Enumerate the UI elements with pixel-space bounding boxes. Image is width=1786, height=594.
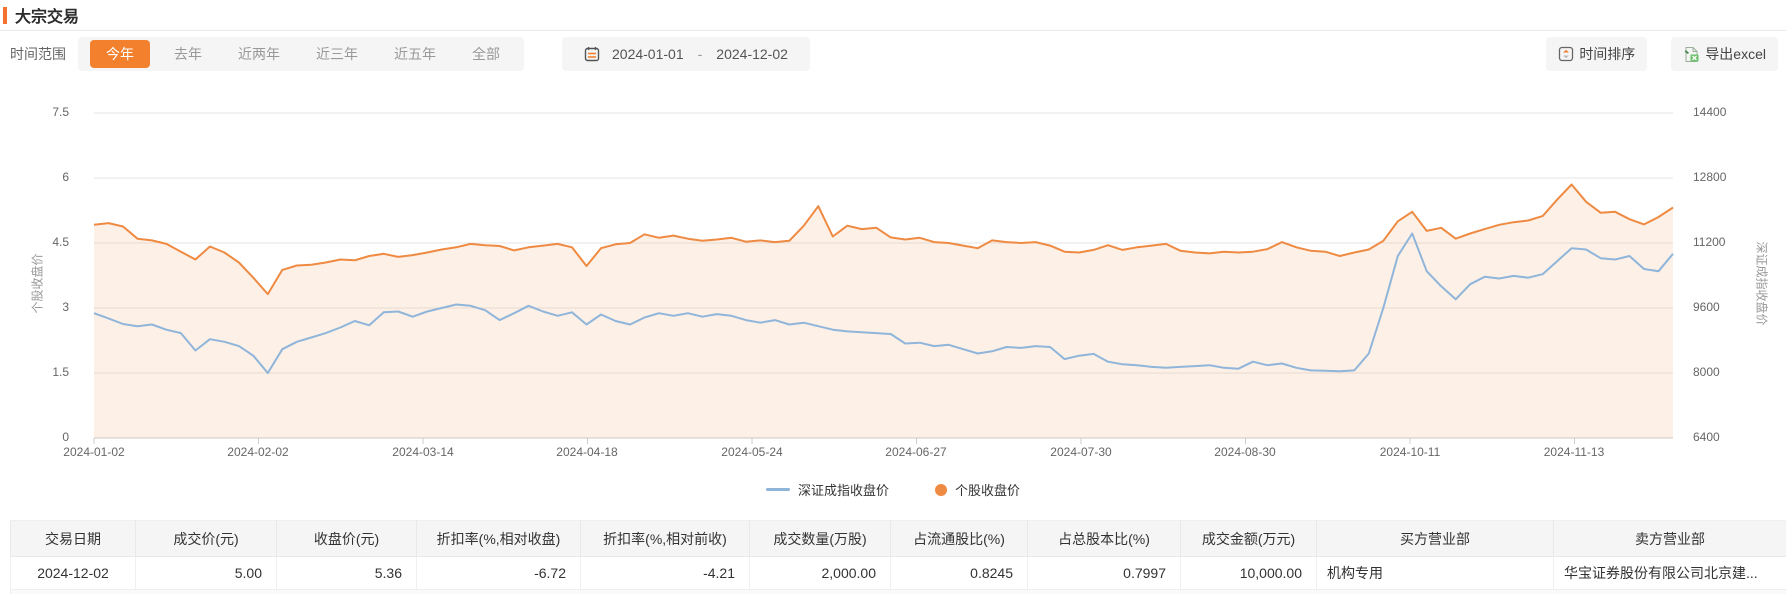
plot-area (94, 113, 1673, 438)
date-range-picker[interactable]: 2024-01-01 - 2024-12-02 (562, 37, 810, 71)
right-axis-tick: 14400 (1685, 105, 1755, 119)
range-button-all[interactable]: 全部 (454, 37, 518, 71)
right-axis-tick: 8000 (1685, 365, 1755, 379)
left-axis-tick: 6 (0, 170, 78, 184)
right-axis-tick: 9600 (1685, 300, 1755, 314)
stock-dot-marker-icon (935, 484, 947, 496)
chart-legend: 深证成指收盘价 个股收盘价 (0, 480, 1786, 499)
col-header-amount: 成交金额(万元) (1181, 521, 1317, 557)
x-axis-tick: 2024-05-24 (706, 445, 798, 459)
cell-close-price: 5.36 (277, 557, 417, 590)
x-axis-tick: 2024-06-27 (870, 445, 962, 459)
cell-amount: 10,000.00 (1181, 557, 1317, 590)
x-axis-tick: 2024-04-18 (541, 445, 633, 459)
price-chart: 个股收盘价 深证成指收盘价 7.5 6 4.5 3 1.5 0 14400 12… (0, 80, 1786, 510)
index-line-marker-icon (766, 488, 790, 491)
cell-volume: 2,000.00 (750, 557, 891, 590)
table-header-row: 交易日期 成交价(元) 收盘价(元) 折扣率(%,相对收盘) 折扣率(%,相对前… (11, 521, 1786, 557)
x-axis-tick: 2024-03-14 (377, 445, 469, 459)
right-axis-tick: 11200 (1685, 235, 1755, 249)
x-axis-tick: 2024-11-13 (1528, 445, 1620, 459)
range-button-this-year[interactable]: 今年 (90, 40, 150, 68)
left-axis-tick: 1.5 (0, 365, 78, 379)
right-axis-tick: 6400 (1685, 430, 1755, 444)
cell-deal-price: 5.00 (136, 557, 277, 590)
col-header-volume: 成交数量(万股) (750, 521, 891, 557)
cell-seller-branch: 华宝证券股份有限公司北京建... (1554, 557, 1786, 590)
left-axis-tick: 0 (0, 430, 78, 444)
x-axis-tick: 2024-01-02 (48, 445, 140, 459)
date-start: 2024-01-01 (612, 46, 684, 62)
legend-item-index[interactable]: 深证成指收盘价 (766, 480, 889, 499)
col-header-float-ratio: 占流通股比(%) (891, 521, 1028, 557)
next-row-partial (10, 590, 1786, 594)
col-header-discount-vs-prev: 折扣率(%,相对前收) (581, 521, 750, 557)
time-sort-button[interactable]: 时间排序 (1546, 37, 1647, 71)
cell-discount-vs-prev: -4.21 (581, 557, 750, 590)
cell-discount-vs-close: -6.72 (417, 557, 581, 590)
cell-total-ratio: 0.7997 (1028, 557, 1181, 590)
cell-trade-date: 2024-12-02 (11, 557, 136, 590)
col-header-deal-price: 成交价(元) (136, 521, 277, 557)
col-header-close-price: 收盘价(元) (277, 521, 417, 557)
left-axis-tick: 4.5 (0, 235, 78, 249)
col-header-seller-branch: 卖方营业部 (1554, 521, 1786, 557)
range-button-last-year[interactable]: 去年 (156, 37, 220, 71)
block-trade-panel: 大宗交易 时间范围 今年 去年 近两年 近三年 近五年 全部 2024-01-0… (0, 0, 1786, 594)
x-axis-tick: 2024-10-11 (1364, 445, 1456, 459)
time-range-group: 今年 去年 近两年 近三年 近五年 全部 (78, 37, 524, 71)
chart-toolbar: 时间范围 今年 去年 近两年 近三年 近五年 全部 2024-01-01 - 2… (10, 37, 1778, 71)
section-header: 大宗交易 (0, 0, 1786, 31)
col-header-total-ratio: 占总股本比(%) (1028, 521, 1181, 557)
table-row: 2024-12-02 5.00 5.36 -6.72 -4.21 2,000.0… (11, 557, 1786, 590)
range-button-2y[interactable]: 近两年 (220, 37, 298, 71)
date-end: 2024-12-02 (716, 46, 788, 62)
cell-buyer-branch: 机构专用 (1317, 557, 1554, 590)
x-axis-tick: 2024-08-30 (1199, 445, 1291, 459)
cell-float-ratio: 0.8245 (891, 557, 1028, 590)
page-title: 大宗交易 (15, 3, 79, 27)
x-axis-tick: 2024-07-30 (1035, 445, 1127, 459)
legend-item-stock[interactable]: 个股收盘价 (935, 480, 1020, 499)
col-header-discount-vs-close: 折扣率(%,相对收盘) (417, 521, 581, 557)
left-axis-tick: 7.5 (0, 105, 78, 119)
left-axis-title: 个股收盘价 (29, 239, 46, 329)
calendar-icon (584, 46, 600, 62)
x-axis-tick: 2024-02-02 (212, 445, 304, 459)
time-range-label: 时间范围 (10, 44, 66, 64)
sort-icon (1558, 46, 1574, 62)
col-header-buyer-branch: 买方营业部 (1317, 521, 1554, 557)
right-axis-title: 深证成指收盘价 (1754, 234, 1771, 334)
left-axis-tick: 3 (0, 300, 78, 314)
title-accent-bar (3, 7, 7, 24)
col-header-trade-date: 交易日期 (11, 521, 136, 557)
range-button-3y[interactable]: 近三年 (298, 37, 376, 71)
range-button-5y[interactable]: 近五年 (376, 37, 454, 71)
date-separator: - (698, 46, 703, 62)
excel-icon (1683, 46, 1700, 63)
export-excel-button[interactable]: 导出excel (1671, 37, 1778, 71)
right-axis-tick: 12800 (1685, 170, 1755, 184)
block-trade-table: 交易日期 成交价(元) 收盘价(元) 折扣率(%,相对收盘) 折扣率(%,相对前… (10, 520, 1786, 594)
